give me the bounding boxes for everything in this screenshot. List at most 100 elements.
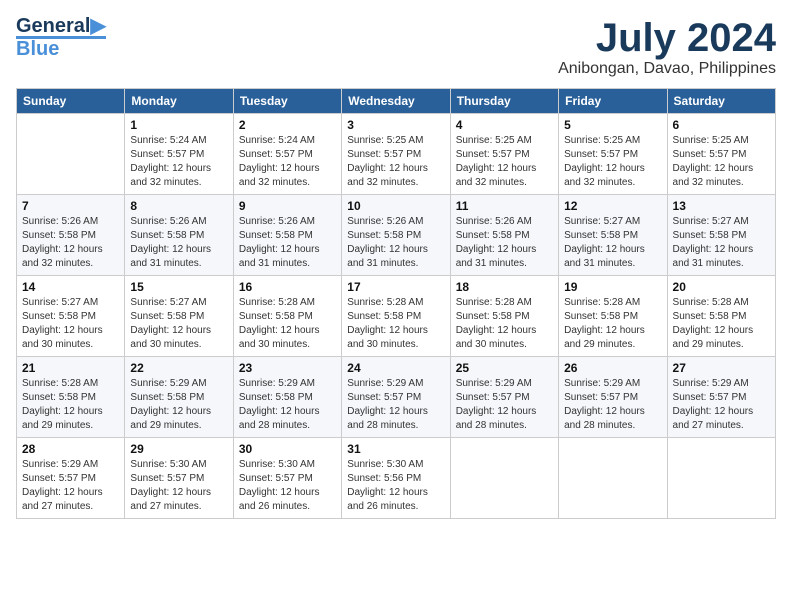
table-row: 15 Sunrise: 5:27 AM Sunset: 5:58 PM Dayli… [125,276,233,357]
table-row [17,114,125,195]
day-info: Sunrise: 5:28 AM Sunset: 5:58 PM Dayligh… [347,296,444,352]
day-info: Sunrise: 5:27 AM Sunset: 5:58 PM Dayligh… [22,296,119,352]
day-number: 24 [347,361,444,375]
day-number: 30 [239,442,336,456]
day-info: Sunrise: 5:27 AM Sunset: 5:58 PM Dayligh… [130,296,227,352]
table-row: 7 Sunrise: 5:26 AM Sunset: 5:58 PM Daylig… [17,195,125,276]
table-row: 31Sunrise: 5:30 AM Sunset: 5:56 PM Dayli… [342,438,450,519]
table-row: 11Sunrise: 5:26 AM Sunset: 5:58 PM Dayli… [450,195,558,276]
calendar-table: Sunday Monday Tuesday Wednesday Thursday… [16,88,776,519]
day-number: 22 [130,361,227,375]
calendar-header-row: Sunday Monday Tuesday Wednesday Thursday… [17,89,776,114]
calendar-week-row: 1 Sunrise: 5:24 AM Sunset: 5:57 PM Daylig… [17,114,776,195]
table-row: 13Sunrise: 5:27 AM Sunset: 5:58 PM Dayli… [667,195,775,276]
day-number: 4 [456,118,553,132]
col-sunday: Sunday [17,89,125,114]
table-row [450,438,558,519]
table-row: 5 Sunrise: 5:25 AM Sunset: 5:57 PM Daylig… [559,114,667,195]
day-info: Sunrise: 5:25 AM Sunset: 5:57 PM Dayligh… [673,134,770,190]
day-info: Sunrise: 5:29 AM Sunset: 5:57 PM Dayligh… [347,377,444,433]
day-number: 11 [456,199,553,213]
day-info: Sunrise: 5:28 AM Sunset: 5:58 PM Dayligh… [673,296,770,352]
table-row: 29 Sunrise: 5:30 AM Sunset: 5:57 PM Dayli… [125,438,233,519]
day-number: 15 [130,280,227,294]
logo-line1: General▶ [16,16,106,36]
day-number: 19 [564,280,661,294]
day-info: Sunrise: 5:28 AM Sunset: 5:58 PM Dayligh… [456,296,553,352]
table-row: 12 Sunrise: 5:27 AM Sunset: 5:58 PM Dayli… [559,195,667,276]
table-row: 28 Sunrise: 5:29 AM Sunset: 5:57 PM Dayli… [17,438,125,519]
table-row: 27Sunrise: 5:29 AM Sunset: 5:57 PM Dayli… [667,357,775,438]
day-info: Sunrise: 5:25 AM Sunset: 5:57 PM Dayligh… [456,134,553,190]
table-row: 17 Sunrise: 5:28 AM Sunset: 5:58 PM Dayli… [342,276,450,357]
day-number: 2 [239,118,336,132]
calendar-week-row: 28 Sunrise: 5:29 AM Sunset: 5:57 PM Dayli… [17,438,776,519]
table-row: 9Sunrise: 5:26 AM Sunset: 5:58 PM Daylig… [233,195,341,276]
day-number: 13 [673,199,770,213]
table-row: 23Sunrise: 5:29 AM Sunset: 5:58 PM Dayli… [233,357,341,438]
table-row: 1Sunrise: 5:24 AM Sunset: 5:57 PM Daylig… [125,114,233,195]
day-info: Sunrise: 5:29 AM Sunset: 5:58 PM Dayligh… [130,377,227,433]
day-info: Sunrise: 5:26 AM Sunset: 5:58 PM Dayligh… [130,215,227,271]
table-row: 2 Sunrise: 5:24 AM Sunset: 5:57 PM Daylig… [233,114,341,195]
table-row: 10 Sunrise: 5:26 AM Sunset: 5:58 PM Dayli… [342,195,450,276]
day-info: Sunrise: 5:30 AM Sunset: 5:57 PM Dayligh… [239,458,336,514]
day-number: 17 [347,280,444,294]
day-info: Sunrise: 5:29 AM Sunset: 5:57 PM Dayligh… [673,377,770,433]
day-info: Sunrise: 5:26 AM Sunset: 5:58 PM Dayligh… [22,215,119,271]
day-number: 18 [456,280,553,294]
day-info: Sunrise: 5:28 AM Sunset: 5:58 PM Dayligh… [564,296,661,352]
table-row: 21Sunrise: 5:28 AM Sunset: 5:58 PM Dayli… [17,357,125,438]
day-info: Sunrise: 5:24 AM Sunset: 5:57 PM Dayligh… [239,134,336,190]
calendar-week-row: 14 Sunrise: 5:27 AM Sunset: 5:58 PM Dayli… [17,276,776,357]
day-number: 5 [564,118,661,132]
day-number: 12 [564,199,661,213]
day-info: Sunrise: 5:30 AM Sunset: 5:56 PM Dayligh… [347,458,444,514]
day-number: 16 [239,280,336,294]
page-container: General▶ Blue July 2024 Anibongan, Davao… [0,0,792,529]
calendar-week-row: 21Sunrise: 5:28 AM Sunset: 5:58 PM Dayli… [17,357,776,438]
day-number: 9 [239,199,336,213]
day-number: 28 [22,442,119,456]
table-row [559,438,667,519]
day-info: Sunrise: 5:28 AM Sunset: 5:58 PM Dayligh… [239,296,336,352]
table-row: 4 Sunrise: 5:25 AM Sunset: 5:57 PM Daylig… [450,114,558,195]
day-number: 10 [347,199,444,213]
table-row: 26Sunrise: 5:29 AM Sunset: 5:57 PM Dayli… [559,357,667,438]
day-number: 14 [22,280,119,294]
table-row: 8 Sunrise: 5:26 AM Sunset: 5:58 PM Daylig… [125,195,233,276]
day-info: Sunrise: 5:28 AM Sunset: 5:58 PM Dayligh… [22,377,119,433]
day-number: 8 [130,199,227,213]
day-number: 29 [130,442,227,456]
table-row: 18 Sunrise: 5:28 AM Sunset: 5:58 PM Dayli… [450,276,558,357]
table-row: 14 Sunrise: 5:27 AM Sunset: 5:58 PM Dayli… [17,276,125,357]
table-row: 25Sunrise: 5:29 AM Sunset: 5:57 PM Dayli… [450,357,558,438]
col-thursday: Thursday [450,89,558,114]
day-number: 6 [673,118,770,132]
title-area: July 2024 Anibongan, Davao, Philippines [558,16,776,78]
table-row: 22 Sunrise: 5:29 AM Sunset: 5:58 PM Dayli… [125,357,233,438]
day-info: Sunrise: 5:29 AM Sunset: 5:58 PM Dayligh… [239,377,336,433]
day-info: Sunrise: 5:26 AM Sunset: 5:58 PM Dayligh… [347,215,444,271]
col-monday: Monday [125,89,233,114]
day-info: Sunrise: 5:29 AM Sunset: 5:57 PM Dayligh… [22,458,119,514]
col-friday: Friday [559,89,667,114]
table-row [667,438,775,519]
day-number: 7 [22,199,119,213]
day-number: 26 [564,361,661,375]
day-number: 20 [673,280,770,294]
day-number: 1 [130,118,227,132]
col-saturday: Saturday [667,89,775,114]
header: General▶ Blue July 2024 Anibongan, Davao… [16,16,776,78]
logo: General▶ Blue [16,16,106,59]
day-info: Sunrise: 5:27 AM Sunset: 5:58 PM Dayligh… [564,215,661,271]
table-row: 20 Sunrise: 5:28 AM Sunset: 5:58 PM Dayli… [667,276,775,357]
logo-line2: Blue [16,36,106,59]
day-number: 3 [347,118,444,132]
table-row: 24 Sunrise: 5:29 AM Sunset: 5:57 PM Dayli… [342,357,450,438]
day-info: Sunrise: 5:25 AM Sunset: 5:57 PM Dayligh… [564,134,661,190]
calendar-week-row: 7 Sunrise: 5:26 AM Sunset: 5:58 PM Daylig… [17,195,776,276]
day-info: Sunrise: 5:25 AM Sunset: 5:57 PM Dayligh… [347,134,444,190]
location-title: Anibongan, Davao, Philippines [558,60,776,78]
day-info: Sunrise: 5:30 AM Sunset: 5:57 PM Dayligh… [130,458,227,514]
